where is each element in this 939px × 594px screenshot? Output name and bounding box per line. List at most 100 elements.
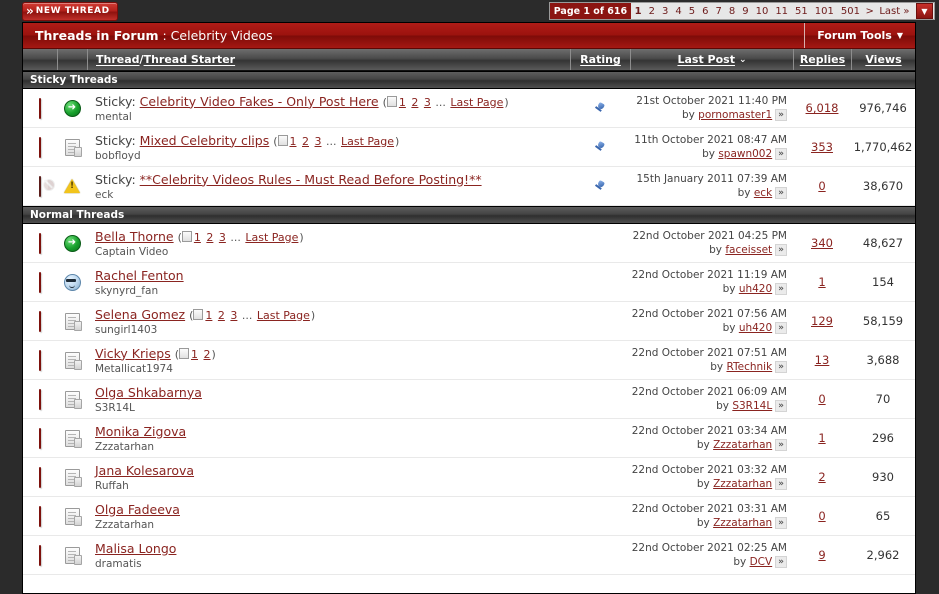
thread-title-link[interactable]: Selena Gomez xyxy=(95,307,185,322)
thread-page-link[interactable]: 1 xyxy=(289,135,298,148)
thread-page-link[interactable]: 2 xyxy=(205,231,214,244)
thread-row[interactable]: Olga Fadeeva Zzzatarhan 22nd October 2021 … xyxy=(23,497,915,536)
replies-count-link[interactable]: 340 xyxy=(811,236,833,250)
goto-last-post-icon[interactable]: » xyxy=(775,478,787,490)
goto-last-post-icon[interactable]: » xyxy=(775,244,787,256)
last-post-author-link[interactable]: pornomaster1 xyxy=(698,109,772,121)
thread-title-link[interactable]: Jana Kolesarova xyxy=(95,463,194,478)
thread-page-link[interactable]: 1 xyxy=(193,231,202,244)
sort-thread-starter-link[interactable]: Thread Starter xyxy=(144,53,236,66)
thread-row[interactable]: Olga Shkabarnya S3R14L 22nd October 2021 0… xyxy=(23,380,915,419)
thread-page-link[interactable]: 3 xyxy=(218,231,227,244)
sort-replies-link[interactable]: Replies xyxy=(800,53,845,66)
page-dropdown-icon[interactable]: ▼ xyxy=(916,3,933,19)
last-post-author-link[interactable]: uh420 xyxy=(739,322,772,334)
thread-page-link[interactable]: 3 xyxy=(423,96,432,109)
sort-rating-link[interactable]: Rating xyxy=(580,53,621,66)
thread-row[interactable]: ➜ Sticky: Celebrity Video Fakes - Only Po… xyxy=(23,89,915,128)
replies-count-link[interactable]: 353 xyxy=(811,140,833,154)
page-link-9[interactable]: 9 xyxy=(739,6,752,17)
goto-last-post-icon[interactable]: » xyxy=(775,361,787,373)
thread-title-link[interactable]: Malisa Longo xyxy=(95,541,176,556)
page-link-8[interactable]: 8 xyxy=(725,6,738,17)
new-thread-button[interactable]: » New Thread xyxy=(22,1,118,21)
thread-page-link[interactable]: 3 xyxy=(229,309,238,322)
goto-last-post-icon[interactable]: » xyxy=(775,517,787,529)
page-link-51[interactable]: 51 xyxy=(792,6,812,17)
replies-count-link[interactable]: 0 xyxy=(818,179,825,193)
goto-last-post-icon[interactable]: » xyxy=(775,439,787,451)
sort-views-link[interactable]: Views xyxy=(865,53,901,66)
thread-last-page-link[interactable]: Last Page xyxy=(256,309,311,322)
last-post-author-link[interactable]: faceisset xyxy=(725,244,772,256)
thread-page-link[interactable]: 1 xyxy=(204,309,213,322)
page-link-11[interactable]: 11 xyxy=(772,6,792,17)
page-link-101[interactable]: 101 xyxy=(811,6,837,17)
goto-last-post-icon[interactable]: » xyxy=(775,322,787,334)
last-post-author-link[interactable]: Zzzatarhan xyxy=(713,478,772,490)
thread-title-link[interactable]: Rachel Fenton xyxy=(95,268,184,283)
thread-title-link[interactable]: Celebrity Video Fakes - Only Post Here xyxy=(140,94,379,109)
page-link-3[interactable]: 3 xyxy=(658,6,671,17)
last-page-link[interactable]: Last » xyxy=(876,6,913,17)
sort-last-post-link[interactable]: Last Post xyxy=(677,53,735,66)
thread-row[interactable]: Vicky Krieps (1 2) Metallicat1974 22nd Oct… xyxy=(23,341,915,380)
thread-title-link[interactable]: Olga Fadeeva xyxy=(95,502,180,517)
next-page-icon[interactable]: > xyxy=(863,6,875,17)
thread-row[interactable]: Jana Kolesarova Ruffah 22nd October 2021 0… xyxy=(23,458,915,497)
thread-row[interactable]: Selena Gomez (1 2 3 ... Last Page) sungir… xyxy=(23,302,915,341)
goto-last-post-icon[interactable]: » xyxy=(775,400,787,412)
goto-last-post-icon[interactable]: » xyxy=(775,283,787,295)
last-post-author-link[interactable]: uh420 xyxy=(739,283,772,295)
thread-page-link[interactable]: 2 xyxy=(410,96,419,109)
replies-count-link[interactable]: 1 xyxy=(818,431,825,445)
thread-row[interactable]: Rachel Fenton skynyrd_fan 22nd October 202… xyxy=(23,263,915,302)
last-post-author-link[interactable]: Zzzatarhan xyxy=(713,517,772,529)
page-link-2[interactable]: 2 xyxy=(645,6,658,17)
page-link-7[interactable]: 7 xyxy=(712,6,725,17)
thread-row[interactable]: ➜ Bella Thorne (1 2 3 ... Last Page) Capta… xyxy=(23,224,915,263)
goto-last-post-icon[interactable]: » xyxy=(775,556,787,568)
thread-last-page-link[interactable]: Last Page xyxy=(244,231,299,244)
thread-page-link[interactable]: 1 xyxy=(190,348,199,361)
last-post-author-link[interactable]: spawn002 xyxy=(718,148,772,160)
goto-last-post-icon[interactable]: » xyxy=(775,187,787,199)
page-link-6[interactable]: 6 xyxy=(699,6,712,17)
thread-page-link[interactable]: 3 xyxy=(314,135,323,148)
thread-row[interactable]: Monika Zigova Zzzatarhan 22nd October 2021… xyxy=(23,419,915,458)
replies-count-link[interactable]: 0 xyxy=(818,392,825,406)
replies-count-link[interactable]: 2 xyxy=(818,470,825,484)
replies-count-link[interactable]: 13 xyxy=(815,353,830,367)
last-post-author-link[interactable]: eck xyxy=(754,187,772,199)
replies-count-link[interactable]: 6,018 xyxy=(806,101,839,115)
thread-page-link[interactable]: 1 xyxy=(398,96,407,109)
thread-last-page-link[interactable]: Last Page xyxy=(340,135,395,148)
last-post-author-link[interactable]: S3R14L xyxy=(732,400,772,412)
thread-title-link[interactable]: Mixed Celebrity clips xyxy=(140,133,270,148)
forum-tools-button[interactable]: Forum Tools ▼ xyxy=(804,23,915,48)
page-link-1[interactable]: 1 xyxy=(631,6,645,17)
last-post-author-link[interactable]: DCV xyxy=(750,556,773,568)
thread-last-page-link[interactable]: Last Page xyxy=(449,96,504,109)
page-link-5[interactable]: 5 xyxy=(685,6,698,17)
thread-row[interactable]: Sticky: **Celebrity Videos Rules - Must … xyxy=(23,167,915,206)
thread-page-link[interactable]: 2 xyxy=(301,135,310,148)
replies-count-link[interactable]: 129 xyxy=(811,314,833,328)
goto-last-post-icon[interactable]: » xyxy=(775,148,787,160)
thread-row[interactable]: Malisa Longo dramatis 22nd October 2021 02… xyxy=(23,536,915,575)
thread-title-link[interactable]: Vicky Krieps xyxy=(95,346,171,361)
sort-thread-link[interactable]: Thread xyxy=(96,53,140,66)
goto-last-post-icon[interactable]: » xyxy=(775,109,787,121)
replies-count-link[interactable]: 0 xyxy=(818,509,825,523)
replies-count-link[interactable]: 1 xyxy=(818,275,825,289)
last-post-author-link[interactable]: Zzzatarhan xyxy=(713,439,772,451)
page-link-10[interactable]: 10 xyxy=(752,6,772,17)
thread-title-link[interactable]: Bella Thorne xyxy=(95,229,174,244)
thread-title-link[interactable]: **Celebrity Videos Rules - Must Read Bef… xyxy=(140,172,482,187)
last-post-author-link[interactable]: RTechnik xyxy=(726,361,772,373)
page-link-501[interactable]: 501 xyxy=(837,6,863,17)
thread-page-link[interactable]: 2 xyxy=(203,348,212,361)
thread-row[interactable]: Sticky: Mixed Celebrity clips (1 2 3 ...… xyxy=(23,128,915,167)
thread-title-link[interactable]: Monika Zigova xyxy=(95,424,186,439)
thread-title-link[interactable]: Olga Shkabarnya xyxy=(95,385,202,400)
